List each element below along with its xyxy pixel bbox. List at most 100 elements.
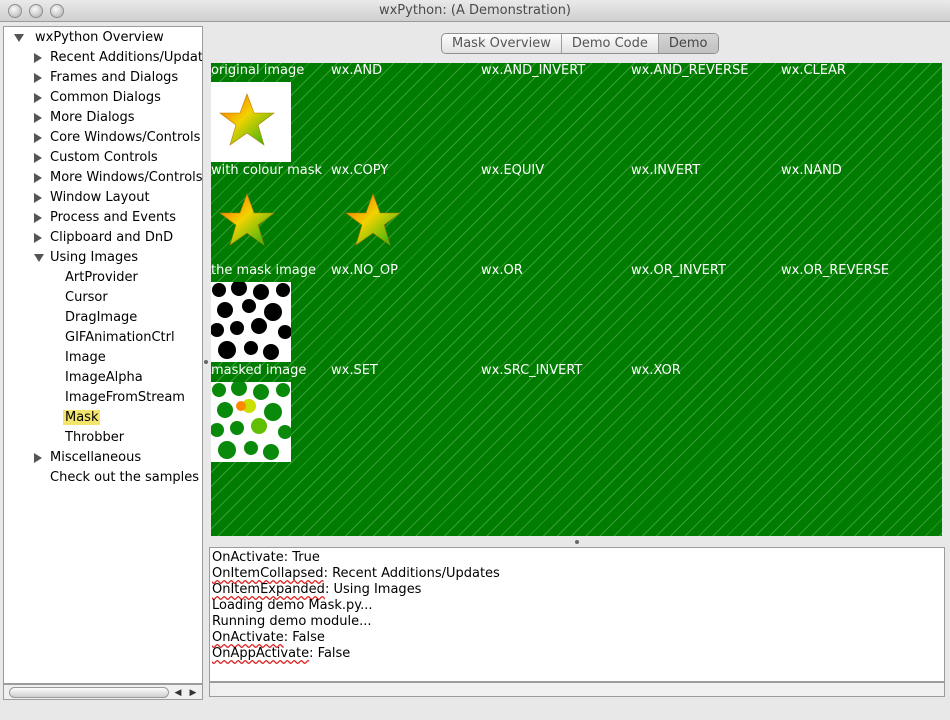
tree-item-label: Image <box>65 350 106 365</box>
tree-item-imagealpha[interactable]: ImageAlpha <box>65 368 143 388</box>
mask-image <box>211 280 292 362</box>
colour-mask-star-image-2 <box>337 182 417 262</box>
splitter-grip-icon[interactable] <box>204 360 208 364</box>
log-rest: : Using Images <box>324 582 422 597</box>
op-label: wx.INVERT <box>631 163 701 178</box>
log-line: OnActivate: False <box>212 630 942 646</box>
tab-demo-code[interactable]: Demo Code <box>562 34 659 53</box>
log-textarea[interactable]: OnActivate: True OnItemCollapsed: Recent… <box>209 547 945 682</box>
op-label: wx.NO_OP <box>331 263 398 278</box>
tree-item-label: ImageFromStream <box>65 390 185 405</box>
row-label: original image <box>211 63 305 78</box>
demo-tree[interactable]: wxPython Overview Recent Additions/Updat… <box>3 26 203 684</box>
splitter-grip-icon[interactable] <box>575 540 579 544</box>
tree-item-label: More Dialogs <box>50 110 135 125</box>
collapse-arrow-icon[interactable] <box>34 133 42 143</box>
tree-item-label-selected: Mask <box>63 410 101 425</box>
collapse-arrow-icon[interactable] <box>34 213 42 223</box>
star-icon <box>219 193 275 246</box>
op-label: wx.AND_REVERSE <box>631 63 749 78</box>
tree-item-gifanimationctrl[interactable]: GIFAnimationCtrl <box>65 328 175 348</box>
collapse-arrow-icon[interactable] <box>34 193 42 203</box>
tree-item-label: Process and Events <box>50 210 177 225</box>
log-rest: : True <box>283 550 320 565</box>
tree-item-label: More Windows/Controls <box>50 170 203 185</box>
tree-item-cursor[interactable]: Cursor <box>65 288 108 308</box>
collapse-arrow-icon[interactable] <box>34 73 42 83</box>
tree-item-mask[interactable]: Mask <box>63 408 101 428</box>
masked-image <box>211 380 292 462</box>
tree-item-label: Core Windows/Controls <box>50 130 201 145</box>
tree-item-label: Frames and Dialogs <box>50 70 179 85</box>
tree-item-samples[interactable]: Check out the samples dir too <box>50 468 202 488</box>
demo-canvas: original image with colour mask the mask… <box>211 63 942 536</box>
masked-blobs-icon <box>211 380 292 460</box>
collapse-arrow-icon[interactable] <box>34 93 42 103</box>
window-titlebar: wxPython: (A Demonstration) <box>0 0 950 22</box>
notebook-tabs: Mask Overview Demo Code Demo <box>441 33 719 54</box>
op-label: wx.SET <box>331 363 378 378</box>
log-prefix: Running demo module... <box>212 614 372 629</box>
collapse-arrow-icon[interactable] <box>34 233 42 243</box>
row-label: with colour mask <box>211 163 323 178</box>
tree-item-dragimage[interactable]: DragImage <box>65 308 137 328</box>
collapse-arrow-icon[interactable] <box>34 113 42 123</box>
tree-item-label: Check out the samples dir too <box>50 470 202 485</box>
collapse-arrow-icon[interactable] <box>34 453 42 463</box>
colour-mask-star-image <box>211 182 291 262</box>
collapse-arrow-icon[interactable] <box>34 53 42 63</box>
tree-item-label: Throbber <box>65 430 125 445</box>
log-line: OnAppActivate: False <box>212 646 942 662</box>
collapse-arrow-icon[interactable] <box>34 153 42 163</box>
log-rest: : Recent Additions/Updates <box>323 566 500 581</box>
tree-item-artprovider[interactable]: ArtProvider <box>65 268 138 288</box>
tab-mask-overview[interactable]: Mask Overview <box>442 34 562 53</box>
op-label: wx.AND <box>331 63 383 78</box>
row-label: masked image <box>211 363 307 378</box>
tree-item-label: Cursor <box>65 290 108 305</box>
log-prefix: OnActivate <box>212 630 284 645</box>
op-label: wx.SRC_INVERT <box>481 363 583 378</box>
scroll-right-icon[interactable]: ▶ <box>187 687 199 699</box>
log-prefix: OnItemExpanded <box>212 582 325 597</box>
original-star-image <box>211 82 291 162</box>
log-line: OnActivate: True <box>212 550 942 566</box>
tree-item-imagefromstream[interactable]: ImageFromStream <box>65 388 185 408</box>
tree-horizontal-scrollbar[interactable]: ◀ ▶ <box>3 684 203 700</box>
log-rest: : False <box>283 630 325 645</box>
tree-item-label: ArtProvider <box>65 270 138 285</box>
log-line: OnItemExpanded: Using Images <box>212 582 942 598</box>
log-status-strip <box>209 682 945 697</box>
expand-arrow-icon[interactable] <box>34 254 44 262</box>
tree-item-label: Recent Additions/Updates <box>50 50 203 65</box>
expand-arrow-icon[interactable] <box>14 34 24 42</box>
log-line: Loading demo Mask.py... <box>212 598 942 614</box>
collapse-arrow-icon[interactable] <box>34 173 42 183</box>
log-line: OnItemCollapsed: Recent Additions/Update… <box>212 566 942 582</box>
op-label: wx.EQUIV <box>481 163 545 178</box>
mask-blobs-icon <box>211 280 292 360</box>
tree-item-label: Using Images <box>50 250 139 265</box>
tree-item-image[interactable]: Image <box>65 348 106 368</box>
tree-item-label: Custom Controls <box>50 150 158 165</box>
op-label: wx.NAND <box>781 163 842 178</box>
tree-item-label: ImageAlpha <box>65 370 143 385</box>
tree-item-label: DragImage <box>65 310 138 325</box>
tab-demo[interactable]: Demo <box>658 34 718 53</box>
op-label: wx.XOR <box>631 363 681 378</box>
horizontal-splitter[interactable] <box>211 538 942 546</box>
scroll-left-icon[interactable]: ◀ <box>172 687 184 699</box>
star-icon <box>345 193 401 246</box>
log-prefix: OnItemCollapsed <box>212 566 324 581</box>
op-label: wx.OR_INVERT <box>631 263 726 278</box>
log-rest: : False <box>309 646 351 661</box>
window-title: wxPython: (A Demonstration) <box>378 3 572 18</box>
star-icon <box>219 93 275 146</box>
log-prefix: Loading demo Mask.py... <box>212 598 373 613</box>
scrollbar-thumb[interactable] <box>9 687 169 698</box>
op-label: wx.CLEAR <box>781 63 846 78</box>
tree-item-throbber[interactable]: Throbber <box>65 428 124 448</box>
tree-item-label: Window Layout <box>50 190 150 205</box>
op-label: wx.OR_REVERSE <box>781 263 890 278</box>
tree-item-label: Common Dialogs <box>50 90 161 105</box>
